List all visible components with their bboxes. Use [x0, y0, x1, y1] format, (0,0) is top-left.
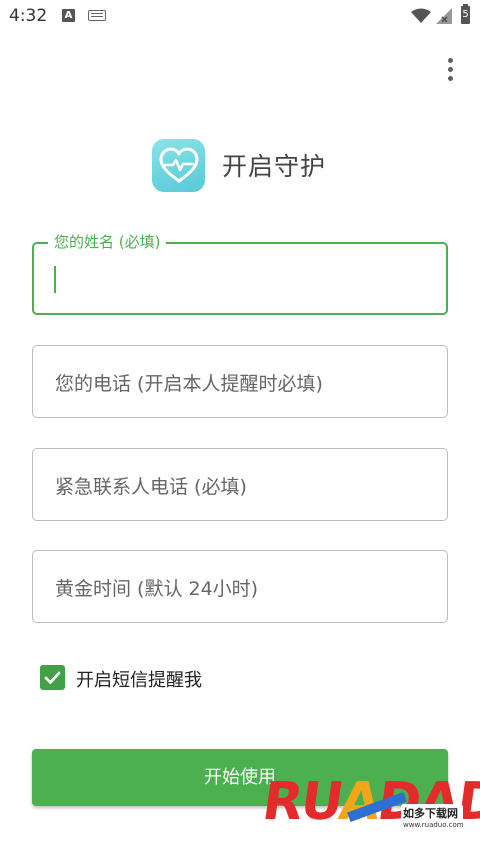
- name-input-label: 您的姓名 (必填): [48, 231, 167, 252]
- text-cursor: [54, 266, 56, 293]
- page-title: 开启守护: [222, 152, 327, 181]
- name-input[interactable]: 您的姓名 (必填): [32, 231, 448, 315]
- watermark-sub: 如多下载网 www.ruaduo.com: [401, 804, 464, 836]
- notification-a-icon: A: [62, 9, 75, 22]
- watermark-cn: 如多下载网: [403, 807, 458, 820]
- sms-reminder-checkbox[interactable]: [40, 665, 65, 690]
- status-time: 4:32: [9, 6, 48, 26]
- battery-icon: 5: [461, 4, 470, 24]
- golden-time-input[interactable]: 黄金时间 (默认 24小时): [32, 550, 448, 623]
- battery-level: 5: [462, 9, 469, 20]
- checkmark-icon: [44, 671, 61, 684]
- phone-input-placeholder: 您的电话 (开启本人提醒时必填): [55, 373, 323, 395]
- emergency-contact-input[interactable]: 紧急联系人电话 (必填): [32, 448, 448, 521]
- emergency-contact-placeholder: 紧急联系人电话 (必填): [55, 476, 247, 498]
- wifi-icon: [411, 8, 431, 23]
- heart-pulse-icon: [159, 147, 199, 183]
- status-bar: 4:32 A 5: [0, 0, 480, 34]
- watermark-url: www.ruaduo.com: [403, 821, 464, 829]
- more-options-icon[interactable]: [440, 56, 462, 84]
- golden-time-placeholder: 黄金时间 (默认 24小时): [55, 578, 259, 600]
- watermark-brand-r: RU: [258, 772, 344, 832]
- signal-icon: [436, 8, 452, 24]
- watermark-logo: RUADADO 如多下载网 www.ruaduo.com: [259, 772, 480, 844]
- keyboard-icon: [88, 10, 106, 21]
- phone-input[interactable]: 您的电话 (开启本人提醒时必填): [32, 345, 448, 418]
- app-logo: [152, 139, 205, 192]
- sms-reminder-label[interactable]: 开启短信提醒我: [76, 666, 202, 692]
